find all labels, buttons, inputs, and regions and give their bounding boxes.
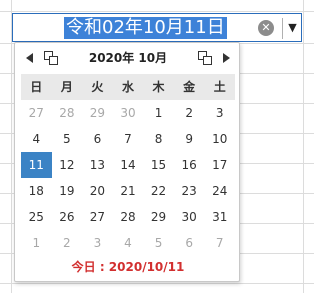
day-cell[interactable]: 2 [174,100,205,126]
overlap-squares-icon [44,51,58,65]
weekday-label: 土 [213,80,226,94]
day-cell[interactable]: 15 [143,152,174,178]
day-cell-next-month[interactable]: 5 [143,230,174,256]
day-cell-next-month[interactable]: 7 [204,230,235,256]
day-cell[interactable]: 12 [52,152,83,178]
day-cell-next-month[interactable]: 3 [82,230,113,256]
weekday-label: 月 [60,80,73,94]
day-cell[interactable]: 20 [82,178,113,204]
calendar-header: 2020年 10月 [15,43,241,73]
day-cell[interactable]: 3 [204,100,235,126]
day-cell[interactable]: 8 [143,126,174,152]
day-cell[interactable]: 24 [204,178,235,204]
day-cell-prev-month[interactable]: 28 [52,100,83,126]
day-cell[interactable]: 13 [82,152,113,178]
weekday-label: 金 [183,80,196,94]
day-cell[interactable]: 17 [204,152,235,178]
weekday-label: 日 [30,80,43,94]
day-cell-prev-month[interactable]: 27 [21,100,52,126]
next-month-button[interactable] [221,50,231,66]
day-cell[interactable]: 10 [204,126,235,152]
day-cell-next-month[interactable]: 4 [113,230,144,256]
day-cell[interactable]: 21 [113,178,144,204]
day-cell[interactable]: 31 [204,204,235,230]
date-text-wrap[interactable]: 令和02年10月11日 [64,17,227,39]
day-cell[interactable]: 5 [52,126,83,152]
day-cell[interactable]: 14 [113,152,144,178]
day-cell-next-month[interactable]: 1 [21,230,52,256]
day-cell-prev-month[interactable]: 30 [113,100,144,126]
day-cell[interactable]: 23 [174,178,205,204]
day-cell[interactable]: 22 [143,178,174,204]
day-cell[interactable]: 29 [143,204,174,230]
day-cell[interactable]: 19 [52,178,83,204]
day-cell[interactable]: 9 [174,126,205,152]
day-cell[interactable]: 27 [82,204,113,230]
clear-icon[interactable]: ✕ [258,20,274,36]
dropdown-button[interactable]: ▼ [283,14,302,41]
day-cell[interactable]: 25 [21,204,52,230]
day-cell[interactable]: 26 [52,204,83,230]
day-cell[interactable]: 28 [113,204,144,230]
date-input[interactable]: 令和02年10月11日 ✕ ▼ [12,13,302,42]
weekday-label: 木 [152,80,165,94]
day-cell[interactable]: 7 [113,126,144,152]
triangle-left-icon [25,53,33,63]
day-cell[interactable]: 30 [174,204,205,230]
calendar-popup: 2020年 10月 日 月 火 水 木 金 土 27 28 29 30 1 2 … [14,42,240,282]
prev-month-button[interactable] [24,50,34,66]
weekday-header: 日 月 火 水 木 金 土 [21,74,235,100]
day-cell[interactable]: 1 [143,100,174,126]
day-cell[interactable]: 4 [21,126,52,152]
prev-year-button[interactable] [43,50,59,66]
day-cell[interactable]: 18 [21,178,52,204]
next-year-button[interactable] [197,50,213,66]
today-link[interactable]: 今日 : 2020/10/11 [15,258,241,275]
day-cell-prev-month[interactable]: 29 [82,100,113,126]
day-cell-next-month[interactable]: 6 [174,230,205,256]
weekday-label: 火 [91,80,104,94]
month-title: 2020年 10月 [88,51,168,65]
day-cell[interactable]: 6 [82,126,113,152]
day-cell-next-month[interactable]: 2 [52,230,83,256]
day-grid: 27 28 29 30 1 2 3 4 5 6 7 8 9 10 11 12 1… [21,100,235,256]
day-cell-selected[interactable]: 11 [21,152,52,178]
day-cell[interactable]: 16 [174,152,205,178]
triangle-right-icon [222,53,230,63]
overlap-squares-icon [198,51,212,65]
date-value[interactable]: 令和02年10月11日 [64,17,227,39]
weekday-label: 水 [121,80,134,94]
chevron-down-icon: ▼ [288,21,297,34]
